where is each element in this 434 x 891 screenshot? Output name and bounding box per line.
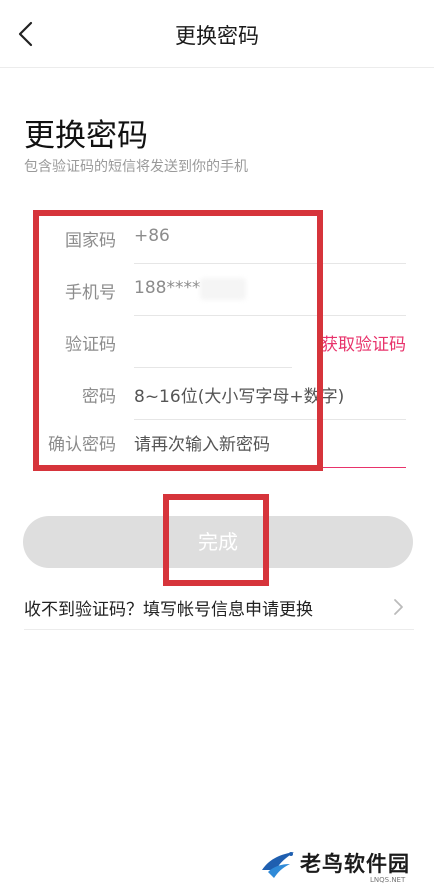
help-link-text: 收不到验证码？填写帐号信息申请更换	[24, 600, 313, 620]
get-verify-code-button[interactable]: 获取验证码	[321, 330, 406, 355]
chevron-right-icon	[394, 599, 403, 615]
watermark-subtext: LNQS.NET	[370, 876, 406, 884]
help-link[interactable]: 收不到验证码？填写帐号信息申请更换	[24, 588, 414, 630]
bird-logo-icon	[262, 852, 294, 878]
nav-title: 更换密码	[175, 24, 259, 48]
page-subtitle: 包含验证码的短信将发送到你的手机	[24, 159, 248, 175]
top-navigation-bar: 更换密码	[0, 0, 434, 68]
done-highlight-box	[163, 494, 269, 586]
watermark-text: 老鸟软件园	[300, 852, 410, 876]
watermark: 老鸟软件园 LNQS.NET	[258, 846, 418, 886]
form-highlight-box	[33, 210, 323, 471]
page-title: 更换密码	[24, 118, 148, 154]
